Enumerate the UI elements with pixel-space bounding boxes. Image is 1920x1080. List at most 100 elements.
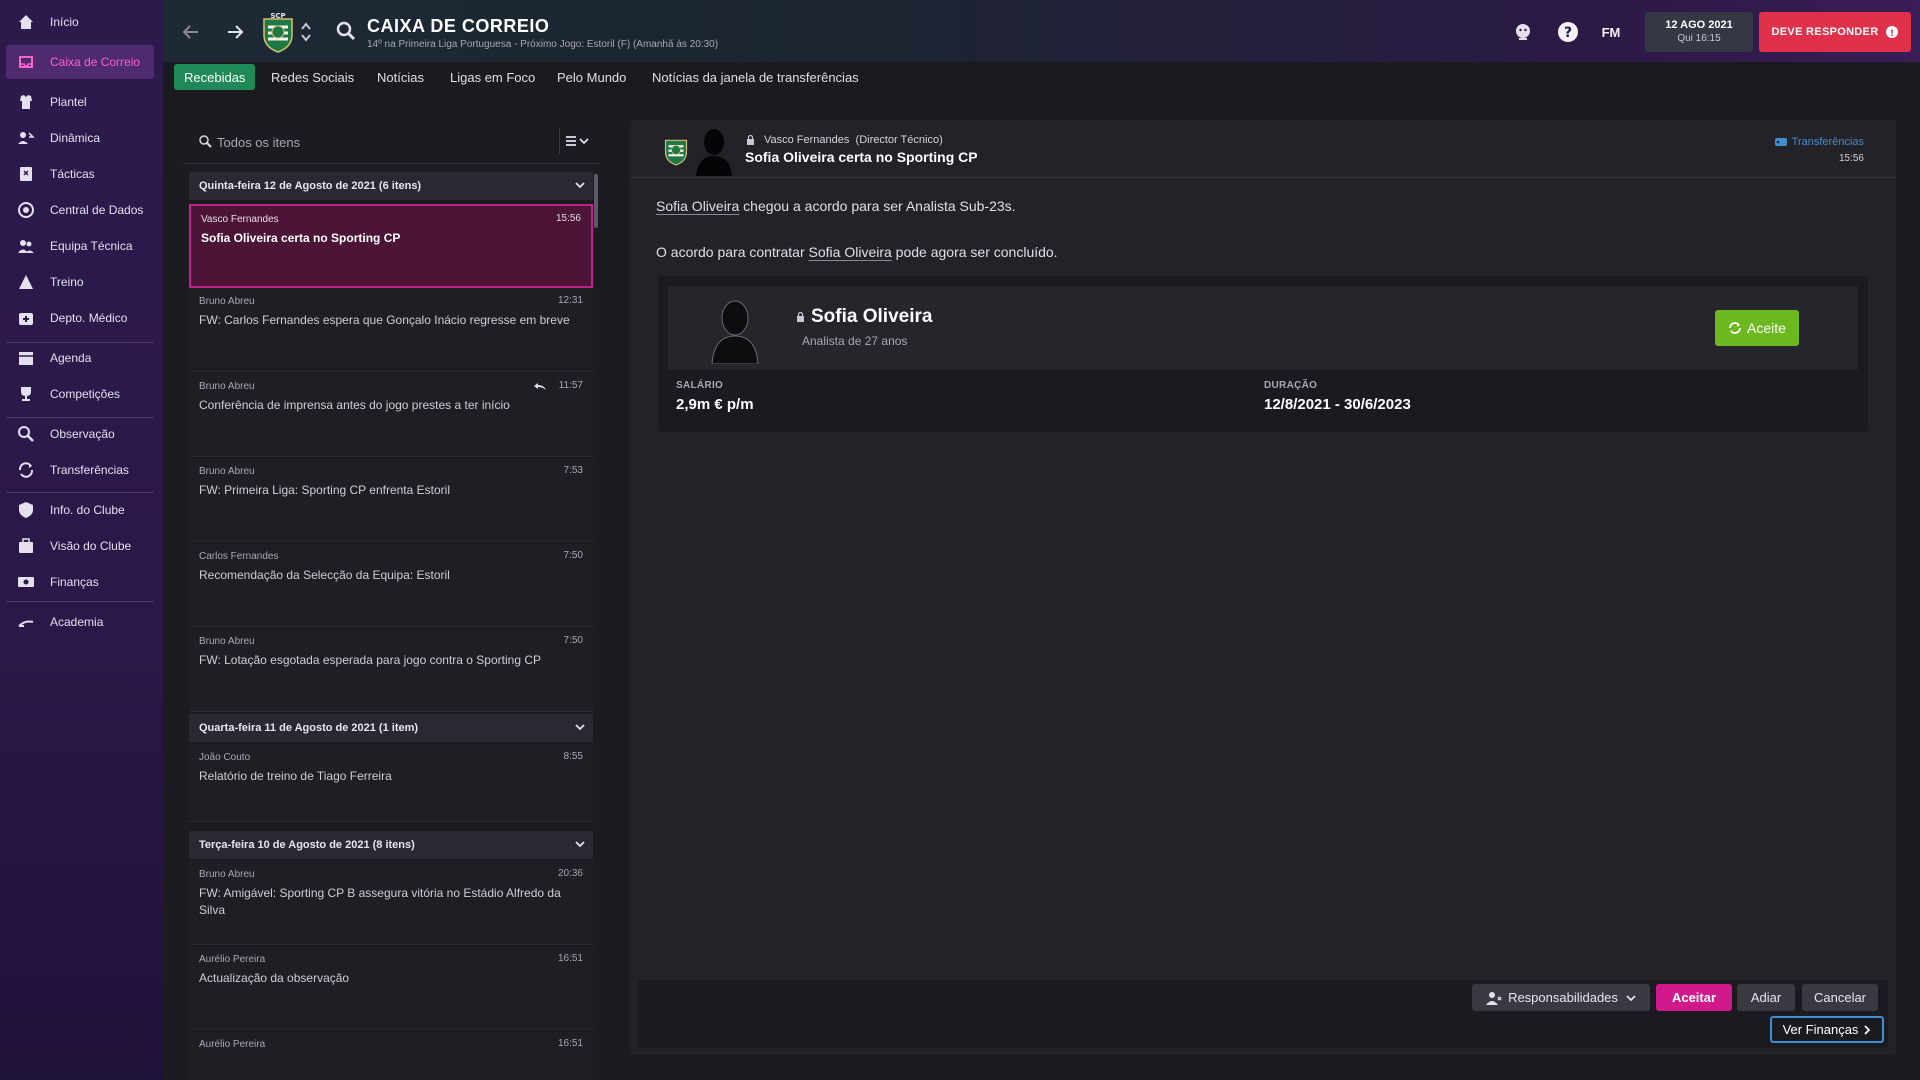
responsibilities-label: Responsabilidades xyxy=(1508,990,1618,1005)
accept-button[interactable]: Aceitar xyxy=(1656,984,1732,1011)
date-group-header[interactable]: Quarta-feira 11 de Agosto de 2021 (1 ite… xyxy=(189,714,593,742)
message-panel: Vasco Fernandes (Director Técnico) Sofia… xyxy=(630,120,1896,1055)
inbox-message-item[interactable]: Bruno Abreu 7:50 FW: Lotação esgotada es… xyxy=(189,628,593,712)
inbox-message-item[interactable]: João Couto 8:55 Relatório de treino de T… xyxy=(189,744,593,822)
message-sender: Aurélio Pereira xyxy=(199,954,266,965)
tab-social-media[interactable]: Redes Sociais xyxy=(261,64,364,90)
club-badge[interactable]: SCP xyxy=(261,10,295,54)
inbox-message-item[interactable]: Bruno Abreu 11:57 Conferência de imprens… xyxy=(189,373,593,457)
manager-face-icon xyxy=(1513,22,1533,42)
message-subject: Relatório de treino de Tiago Ferreira xyxy=(199,769,392,783)
cancel-button[interactable]: Cancelar xyxy=(1802,984,1878,1011)
message-category-label: Transferências xyxy=(1791,136,1864,148)
inbox-message-item[interactable]: Bruno Abreu 7:53 FW: Primeira Liga: Spor… xyxy=(189,458,593,542)
sidebar-item-transfers[interactable]: Transferências xyxy=(6,453,154,487)
search-icon xyxy=(199,135,212,148)
accepted-status-button[interactable]: Aceite xyxy=(1715,310,1799,346)
message-sender-name[interactable]: Vasco Fernandes xyxy=(764,134,849,146)
inbox-message-item[interactable]: Bruno Abreu 12:31 FW: Carlos Fernandes e… xyxy=(189,288,593,372)
must-respond-button[interactable]: DEVE RESPONDER ! xyxy=(1759,12,1911,52)
sidebar-item-scouting[interactable]: Observação xyxy=(6,417,154,451)
inbox-search-input[interactable] xyxy=(217,130,537,154)
chevron-down-icon xyxy=(575,181,585,189)
club-switch-toggle[interactable] xyxy=(299,18,313,46)
sidebar-item-club-vision[interactable]: Visão do Clube xyxy=(6,529,154,563)
sidebar-item-club-info[interactable]: Info. do Clube xyxy=(6,493,154,527)
fm-menu-button[interactable]: FM xyxy=(1597,20,1625,44)
message-category-link[interactable]: Transferências xyxy=(1774,136,1864,148)
tab-news[interactable]: Notícias xyxy=(367,64,434,90)
date-group-header[interactable]: Quinta-feira 12 de Agosto de 2021 (6 ite… xyxy=(189,172,593,200)
manager-profile-button[interactable] xyxy=(1511,20,1535,44)
inbox-message-item[interactable]: Aurélio Pereira 16:51 xyxy=(189,1031,593,1080)
sidebar-item-data-hub[interactable]: Central de Dados xyxy=(6,193,154,227)
sidebar-item-label: Equipa Técnica xyxy=(50,239,133,253)
staff-icon xyxy=(1486,991,1502,1005)
date-group-header[interactable]: Terça-feira 10 de Agosto de 2021 (8 iten… xyxy=(189,831,593,859)
back-button[interactable] xyxy=(177,18,205,46)
inbox-scrollbar[interactable] xyxy=(594,174,598,228)
sidebar-item-squad[interactable]: Plantel xyxy=(6,85,154,119)
message-sender: Bruno Abreu xyxy=(199,381,255,392)
sidebar-item-label: Tácticas xyxy=(50,167,95,181)
tab-leagues-in-focus[interactable]: Ligas em Foco xyxy=(440,64,545,90)
club-crest-icon: SCP xyxy=(262,11,294,53)
tab-transfer-window-news[interactable]: Notícias da janela de transferências xyxy=(642,64,869,90)
sidebar-item-academy[interactable]: Academia xyxy=(6,605,154,639)
sidebar-item-dynamics[interactable]: Dinâmica xyxy=(6,121,154,155)
postpone-button[interactable]: Adiar xyxy=(1737,984,1795,1011)
sender-avatar[interactable] xyxy=(694,126,734,176)
medical-icon xyxy=(14,306,38,330)
accepted-status-label: Aceite xyxy=(1747,320,1786,336)
inbox-filter-button[interactable] xyxy=(559,128,595,154)
must-respond-label: DEVE RESPONDER xyxy=(1771,26,1879,38)
staff-avatar[interactable] xyxy=(708,296,762,364)
message-sender: Bruno Abreu xyxy=(199,869,255,880)
academy-icon xyxy=(14,610,38,634)
sidebar-item-home[interactable]: Início xyxy=(6,5,154,39)
chevron-down-icon xyxy=(575,723,585,731)
person-link[interactable]: Sofia Oliveira xyxy=(656,198,739,214)
view-finances-button[interactable]: Ver Finanças xyxy=(1770,1016,1884,1043)
responsibilities-dropdown[interactable]: Responsabilidades xyxy=(1472,984,1650,1011)
list-filter-icon xyxy=(565,135,591,147)
finances-icon xyxy=(14,570,38,594)
message-time: 16:51 xyxy=(557,1038,583,1049)
staff-name: Sofia Oliveira xyxy=(811,306,933,327)
inbox-message-item[interactable]: Bruno Abreu 20:36 FW: Amigável: Sporting… xyxy=(189,861,593,945)
inbox-message-item[interactable]: Aurélio Pereira 16:51 Actualização da ob… xyxy=(189,946,593,1030)
sidebar-item-competitions[interactable]: Competições xyxy=(6,377,154,411)
chevron-down-icon xyxy=(575,840,585,848)
sidebar-item-tactics[interactable]: Tácticas xyxy=(6,157,154,191)
message-sender-role: (Director Técnico) xyxy=(855,134,943,146)
inbox-message-item[interactable]: Carlos Fernandes 7:50 Recomendação da Se… xyxy=(189,543,593,627)
inbox-message-item[interactable]: Vasco Fernandes 15:56 Sofia Oliveira cer… xyxy=(189,204,593,288)
sidebar: Início Caixa de Correio Plantel Dinâmica… xyxy=(0,0,163,1080)
sidebar-item-training[interactable]: Treino xyxy=(6,265,154,299)
current-date: 12 AGO 2021 xyxy=(1665,19,1733,31)
message-sender: Vasco Fernandes xyxy=(201,214,279,225)
duration-value: 12/8/2021 - 30/6/2023 xyxy=(1264,396,1411,413)
forward-button[interactable] xyxy=(221,18,249,46)
sidebar-item-staff[interactable]: Equipa Técnica xyxy=(6,229,154,263)
sidebar-item-label: Caixa de Correio xyxy=(50,55,141,69)
message-body-line-2: O acordo para contratar Sofia Oliveira p… xyxy=(656,244,1058,260)
page-subtitle[interactable]: 14º na Primeira Liga Portuguesa - Próxim… xyxy=(367,39,718,50)
staff-icon xyxy=(14,234,38,258)
sidebar-item-label: Finanças xyxy=(50,575,99,589)
person-link[interactable]: Sofia Oliveira xyxy=(809,244,892,260)
staff-name-row[interactable]: Sofia Oliveira xyxy=(796,306,932,328)
sidebar-item-inbox[interactable]: Caixa de Correio xyxy=(6,45,154,79)
calendar-icon xyxy=(14,346,38,370)
help-button[interactable]: ? xyxy=(1556,20,1580,44)
tab-around-the-world[interactable]: Pelo Mundo xyxy=(547,64,636,90)
date-display[interactable]: 12 AGO 2021 Qui 16:15 xyxy=(1645,12,1753,52)
sidebar-item-finances[interactable]: Finanças xyxy=(6,565,154,599)
sidebar-item-medical[interactable]: Depto. Médico xyxy=(6,301,154,335)
message-sender: Aurélio Pereira xyxy=(199,1039,266,1050)
message-sender-line[interactable]: Vasco Fernandes (Director Técnico) xyxy=(764,134,943,146)
tab-received[interactable]: Recebidas xyxy=(174,64,256,90)
search-button[interactable] xyxy=(335,20,357,42)
sidebar-item-calendar[interactable]: Agenda xyxy=(6,341,154,375)
reply-arrow-icon xyxy=(533,382,547,392)
